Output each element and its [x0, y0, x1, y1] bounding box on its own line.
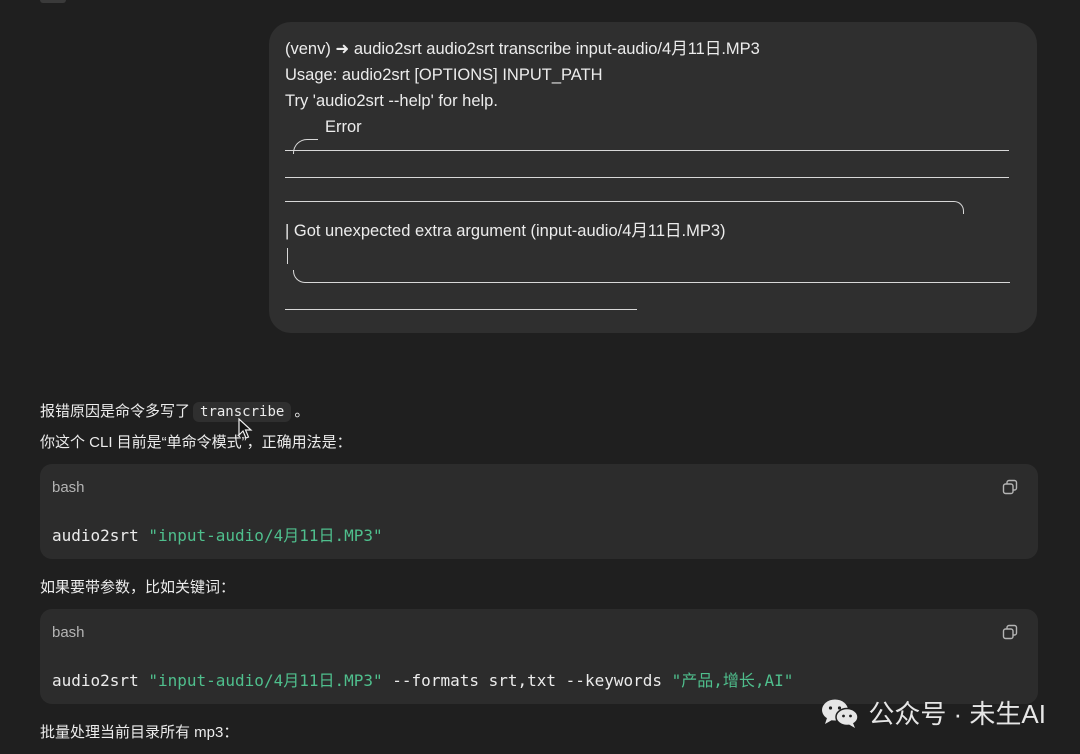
code-block: bash audio2srt "input-audio/4月11日.MP3"	[40, 464, 1038, 559]
error-title: Error	[325, 118, 362, 136]
usage-paragraph: 你这个 CLI 目前是“单命令模式”，正确用法是：	[40, 434, 352, 451]
error-message: | Got unexpected extra argument (input-a…	[285, 222, 726, 240]
error-box-border	[287, 248, 288, 264]
batch-paragraph: 批量处理当前目录所有 mp3：	[40, 724, 239, 741]
error-box-corner	[285, 201, 964, 214]
error-box-corner	[293, 139, 318, 154]
wechat-icon	[822, 699, 860, 728]
user-message-bubble: (venv) ➜ audio2srt audio2srt transcribe …	[269, 22, 1037, 333]
error-box-rule	[285, 150, 1009, 151]
keywords-paragraph: 如果要带参数，比如关键词：	[40, 579, 236, 596]
copy-icon[interactable]	[1002, 624, 1018, 640]
command-line: (venv) ➜ audio2srt audio2srt transcribe …	[285, 40, 760, 58]
copy-icon[interactable]	[1002, 479, 1018, 495]
watermark-text: 公众号 · 未生AI	[868, 699, 1046, 729]
code-content: audio2srt "input-audio/4月11日.MP3" --form…	[52, 671, 794, 690]
previous-message-edge	[40, 0, 66, 3]
error-box-rule	[285, 309, 637, 310]
explanation-paragraph: 报错原因是命令多写了 transcribe。	[40, 402, 310, 422]
terminal-output: (venv) ➜ audio2srt audio2srt transcribe …	[285, 36, 1009, 140]
code-content: audio2srt "input-audio/4月11日.MP3"	[52, 526, 383, 545]
help-hint-line: Try 'audio2srt --help' for help.	[285, 92, 498, 110]
usage-line: Usage: audio2srt [OPTIONS] INPUT_PATH	[285, 66, 603, 84]
code-language-label: bash	[52, 624, 85, 641]
error-box-rule	[285, 177, 1009, 178]
code-language-label: bash	[52, 479, 85, 496]
code-block: bash audio2srt "input-audio/4月11日.MP3" -…	[40, 609, 1038, 704]
watermark: 公众号 · 未生AI	[820, 694, 1046, 731]
error-box-corner	[293, 270, 1010, 283]
